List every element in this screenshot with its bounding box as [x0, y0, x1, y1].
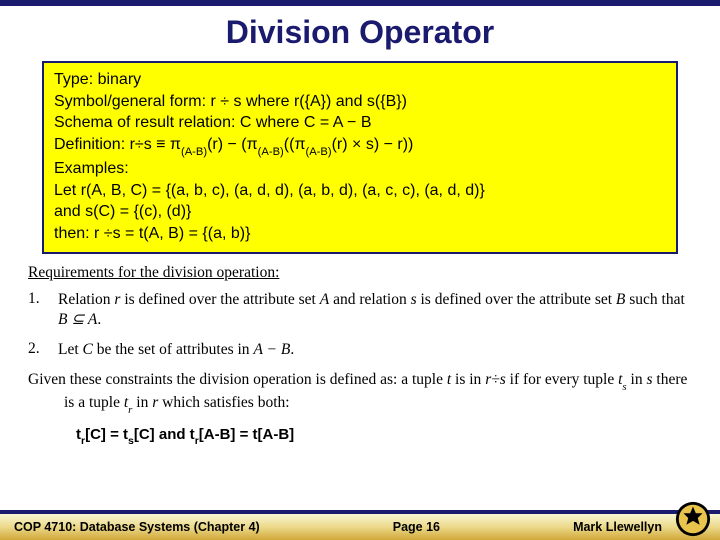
i: B ⊆ A: [58, 311, 97, 328]
t: if for every tuple: [506, 371, 618, 388]
t: is in: [451, 371, 485, 388]
sub: s: [622, 381, 626, 393]
t: [C] = t: [85, 426, 128, 443]
def-post: (r) × s) − r)): [332, 136, 414, 153]
box-line-examples-label: Examples:: [54, 158, 666, 180]
definition-box: Type: binary Symbol/general form: r ÷ s …: [42, 61, 678, 254]
t: such that: [625, 291, 684, 308]
box-line-and-s: and s(C) = {(c), (d)}: [54, 201, 666, 223]
footer-bar: COP 4710: Database Systems (Chapter 4) P…: [0, 510, 720, 540]
t: [C] and t: [134, 426, 195, 443]
requirements-heading: Requirements for the division operation:: [28, 264, 692, 282]
t: Given these constraints the division ope…: [28, 371, 447, 388]
sub: r: [81, 435, 85, 447]
given-paragraph: Given these constraints the division ope…: [28, 370, 692, 416]
def-sub2: (A-B): [258, 146, 284, 158]
t: in: [627, 371, 647, 388]
footer-page: Page 16: [260, 520, 573, 534]
def-mid2: ((π: [284, 136, 306, 153]
ucf-logo-icon: [674, 500, 712, 538]
i: A − B: [253, 341, 290, 358]
t: and relation: [329, 291, 410, 308]
formula-line: tr[C] = ts[C] and tr[A-B] = t[A-B]: [76, 424, 692, 448]
t: .: [290, 341, 294, 358]
box-line-schema: Schema of result relation: C where C = A…: [54, 112, 666, 134]
t: Relation: [58, 291, 114, 308]
t: is defined over the attribute set: [120, 291, 319, 308]
i: A: [320, 291, 329, 308]
t: which satisfies both:: [158, 394, 289, 411]
i: C: [83, 341, 93, 358]
def-sub3: (A-B): [305, 146, 331, 158]
requirement-1: 1. Relation r is defined over the attrib…: [28, 290, 692, 330]
content-area: Requirements for the division operation:…: [28, 264, 692, 447]
i: B: [616, 291, 625, 308]
footer-course: COP 4710: Database Systems (Chapter 4): [14, 520, 260, 534]
box-line-let-r: Let r(A, B, C) = {(a, b, c), (a, d, d), …: [54, 180, 666, 202]
t: in: [132, 394, 152, 411]
top-border-bar: [0, 0, 720, 6]
requirement-2: 2. Let C be the set of attributes in A −…: [28, 340, 692, 360]
def-sub1: (A-B): [181, 146, 207, 158]
sub: r: [128, 404, 132, 416]
page-title: Division Operator: [0, 14, 720, 51]
box-line-type: Type: binary: [54, 69, 666, 91]
box-line-symbol: Symbol/general form: r ÷ s where r({A}) …: [54, 91, 666, 113]
list-number: 1.: [28, 290, 58, 330]
i: r÷s: [485, 371, 506, 388]
t: be the set of attributes in: [93, 341, 254, 358]
list-body: Let C be the set of attributes in A − B.: [58, 340, 692, 360]
sub: r: [195, 435, 199, 447]
t: Let: [58, 341, 83, 358]
sub: s: [128, 435, 134, 447]
box-line-then: then: r ÷s = t(A, B) = {(a, b)}: [54, 223, 666, 245]
def-mid1: (r) − (π: [207, 136, 258, 153]
list-body: Relation r is defined over the attribute…: [58, 290, 692, 330]
footer-author: Mark Llewellyn: [573, 520, 662, 534]
box-line-definition: Definition: r÷s ≡ π(A-B)(r) − (π(A-B)((π…: [54, 134, 666, 158]
t: .: [97, 311, 101, 328]
t: [A-B] = t[A-B]: [199, 426, 294, 443]
def-pre: Definition: r÷s ≡ π: [54, 136, 181, 153]
list-number: 2.: [28, 340, 58, 360]
t: is defined over the attribute set: [417, 291, 616, 308]
